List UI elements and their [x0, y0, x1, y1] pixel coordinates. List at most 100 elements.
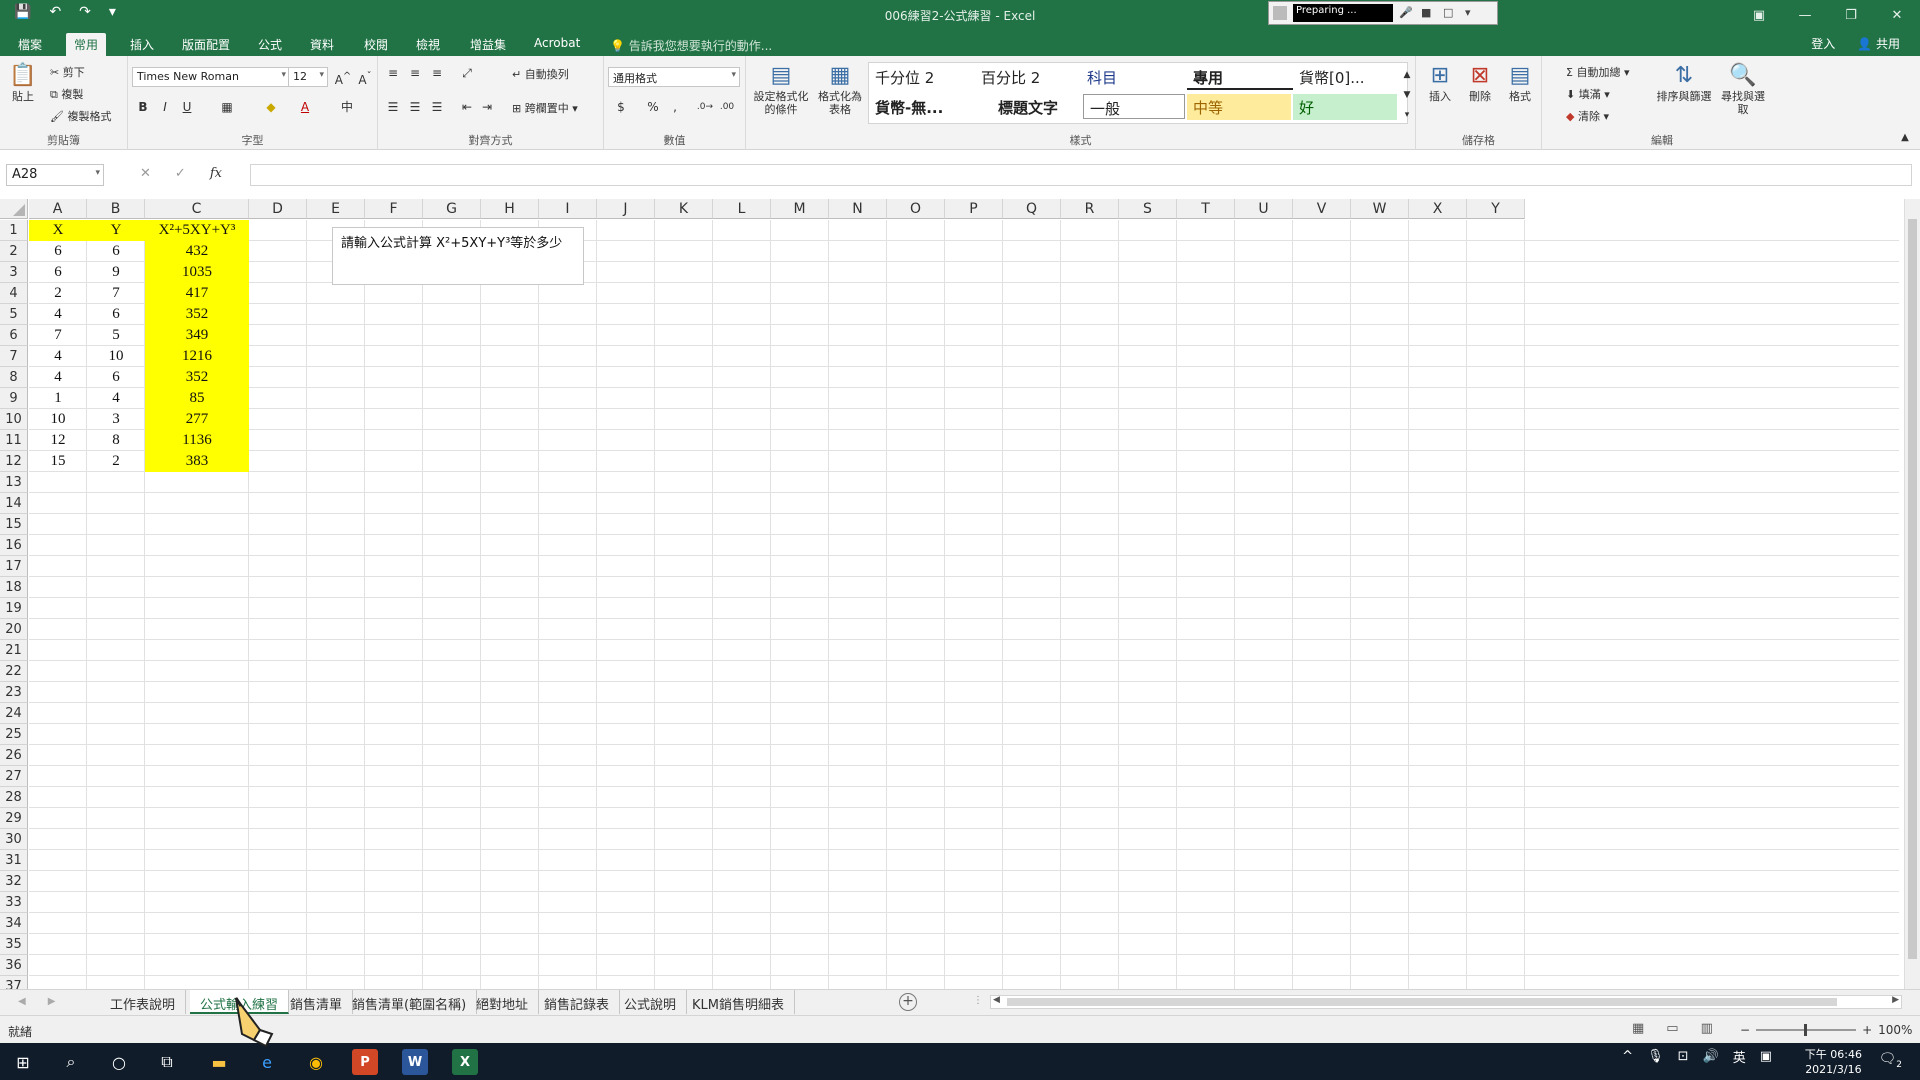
style-comma-2[interactable]: 千分位 2	[869, 64, 975, 90]
align-top-icon[interactable]: ≡	[384, 64, 402, 82]
powerpoint-icon[interactable]: P	[352, 1049, 378, 1075]
row-header-37[interactable]: 37	[0, 976, 28, 989]
table-cell[interactable]: 15	[29, 451, 87, 472]
delete-cells-button[interactable]: ⊠ 刪除	[1462, 62, 1498, 103]
row-header-32[interactable]: 32	[0, 871, 28, 892]
row-header-30[interactable]: 30	[0, 829, 28, 850]
enter-icon[interactable]: ✓	[175, 166, 186, 181]
font-name-combo[interactable]: Times New Roman	[132, 67, 290, 87]
cancel-icon[interactable]: ✕	[140, 166, 151, 181]
microphone-icon[interactable]: 🎙	[1647, 1049, 1664, 1064]
row-header-3[interactable]: 3	[0, 262, 28, 283]
tab-file[interactable]: 檔案	[10, 33, 50, 56]
column-header-I[interactable]: I	[539, 199, 597, 219]
vertical-scroll-thumb[interactable]	[1908, 219, 1917, 959]
percent-button[interactable]: %	[644, 98, 662, 116]
row-header-22[interactable]: 22	[0, 661, 28, 682]
number-format-combo[interactable]: 通用格式	[608, 67, 740, 87]
recording-widget[interactable]: Preparing ... 🎤 ■ □ ▾	[1268, 1, 1498, 25]
table-cell[interactable]: 12	[29, 430, 87, 451]
table-cell[interactable]: 1035	[145, 262, 249, 283]
table-cell[interactable]: 4	[29, 367, 87, 388]
dropdown-icon[interactable]: ▾	[1465, 6, 1481, 20]
row-header-11[interactable]: 11	[0, 430, 28, 451]
column-header-D[interactable]: D	[249, 199, 307, 219]
style-account[interactable]: 科目	[1081, 64, 1187, 90]
tab-data[interactable]: 資料	[302, 33, 342, 56]
style-currency-0[interactable]: 貨幣[0]...	[1293, 64, 1399, 90]
minimize-icon[interactable]: —	[1782, 0, 1828, 30]
taskbar-clock[interactable]: 下午 06:46 2021/3/16	[1805, 1047, 1862, 1077]
task-view-icon[interactable]: ⧉	[154, 1049, 180, 1075]
gallery-more-icon[interactable]: ▾	[1398, 106, 1416, 124]
ime-mode-icon[interactable]: ▣	[1760, 1049, 1772, 1064]
sign-in-link[interactable]: 登入	[1811, 35, 1835, 52]
tab-insert[interactable]: 插入	[122, 33, 162, 56]
collapse-ribbon-icon[interactable]: ▲	[1896, 129, 1914, 147]
formula-input[interactable]	[250, 164, 1912, 186]
column-header-F[interactable]: F	[365, 199, 423, 219]
fill-color-icon[interactable]: ◆	[262, 98, 280, 116]
close-icon[interactable]: ✕	[1874, 0, 1920, 30]
column-header-J[interactable]: J	[597, 199, 655, 219]
table-cell[interactable]: 10	[29, 409, 87, 430]
table-cell[interactable]: 1	[29, 388, 87, 409]
increase-font-icon[interactable]: A^	[334, 68, 352, 87]
autosum-button[interactable]: Σ 自動加總 ▾	[1566, 64, 1629, 80]
conditional-format-button[interactable]: ▤ 設定格式化的條件	[750, 62, 812, 116]
style-dedicated[interactable]: 專用	[1187, 64, 1293, 90]
font-size-combo[interactable]: 12	[288, 67, 328, 87]
column-header-S[interactable]: S	[1119, 199, 1177, 219]
style-currency-no[interactable]: 貨幣-無...	[869, 94, 975, 120]
row-header-23[interactable]: 23	[0, 682, 28, 703]
decrease-indent-icon[interactable]: ⇤	[458, 98, 476, 116]
row-header-5[interactable]: 5	[0, 304, 28, 325]
row-header-7[interactable]: 7	[0, 346, 28, 367]
instruction-textbox[interactable]: 請輸入公式計算 X²+5XY+Y³等於多少	[332, 227, 584, 285]
column-header-G[interactable]: G	[423, 199, 481, 219]
tab-review[interactable]: 校閱	[356, 33, 396, 56]
gallery-scroll-up-icon[interactable]: ▲	[1398, 66, 1416, 84]
restore-icon[interactable]: ❐	[1828, 0, 1874, 30]
column-header-L[interactable]: L	[713, 199, 771, 219]
insert-cells-button[interactable]: ⊞ 插入	[1422, 62, 1458, 103]
table-cell[interactable]: 6	[29, 262, 87, 283]
tab-page-layout[interactable]: 版面配置	[174, 33, 238, 56]
phonetic-icon[interactable]: 中	[338, 98, 356, 116]
decrease-decimal-icon[interactable]: .00	[718, 98, 736, 116]
row-header-12[interactable]: 12	[0, 451, 28, 472]
volume-icon[interactable]: 🔊	[1703, 1049, 1719, 1064]
tab-addins[interactable]: 增益集	[462, 33, 514, 56]
vertical-scrollbar[interactable]	[1904, 199, 1920, 989]
windows-start-icon[interactable]: ⊞	[10, 1049, 36, 1075]
row-header-16[interactable]: 16	[0, 535, 28, 556]
tab-formulas[interactable]: 公式	[250, 33, 290, 56]
row-header-8[interactable]: 8	[0, 367, 28, 388]
wrap-text-button[interactable]: ↵ 自動換列	[512, 66, 569, 82]
style-good[interactable]: 好	[1293, 94, 1397, 120]
column-header-V[interactable]: V	[1293, 199, 1351, 219]
row-header-24[interactable]: 24	[0, 703, 28, 724]
format-cells-button[interactable]: ▤ 格式	[1502, 62, 1538, 103]
border-icon[interactable]: ▦	[218, 98, 236, 116]
row-header-14[interactable]: 14	[0, 493, 28, 514]
select-all-button[interactable]	[0, 199, 28, 219]
gallery-scroll-down-icon[interactable]: ▼	[1398, 86, 1416, 104]
row-header-13[interactable]: 13	[0, 472, 28, 493]
table-cell[interactable]: 417	[145, 283, 249, 304]
style-percent-2[interactable]: 百分比 2	[975, 64, 1081, 90]
new-sheet-button[interactable]: +	[899, 993, 917, 1011]
network-icon[interactable]: ⊡	[1678, 1049, 1689, 1064]
row-header-19[interactable]: 19	[0, 598, 28, 619]
table-cell[interactable]: 2	[29, 283, 87, 304]
name-box[interactable]: A28	[6, 164, 104, 186]
clear-button[interactable]: ◆ 清除 ▾	[1566, 108, 1609, 124]
column-header-H[interactable]: H	[481, 199, 539, 219]
column-header-K[interactable]: K	[655, 199, 713, 219]
currency-button[interactable]: $	[612, 98, 630, 116]
table-cell[interactable]: 3	[87, 409, 145, 430]
column-header-O[interactable]: O	[887, 199, 945, 219]
scroll-right-icon[interactable]: ▶	[1892, 995, 1899, 1005]
ime-indicator[interactable]: 英	[1733, 1047, 1746, 1066]
header-cell[interactable]: Y	[87, 220, 145, 241]
